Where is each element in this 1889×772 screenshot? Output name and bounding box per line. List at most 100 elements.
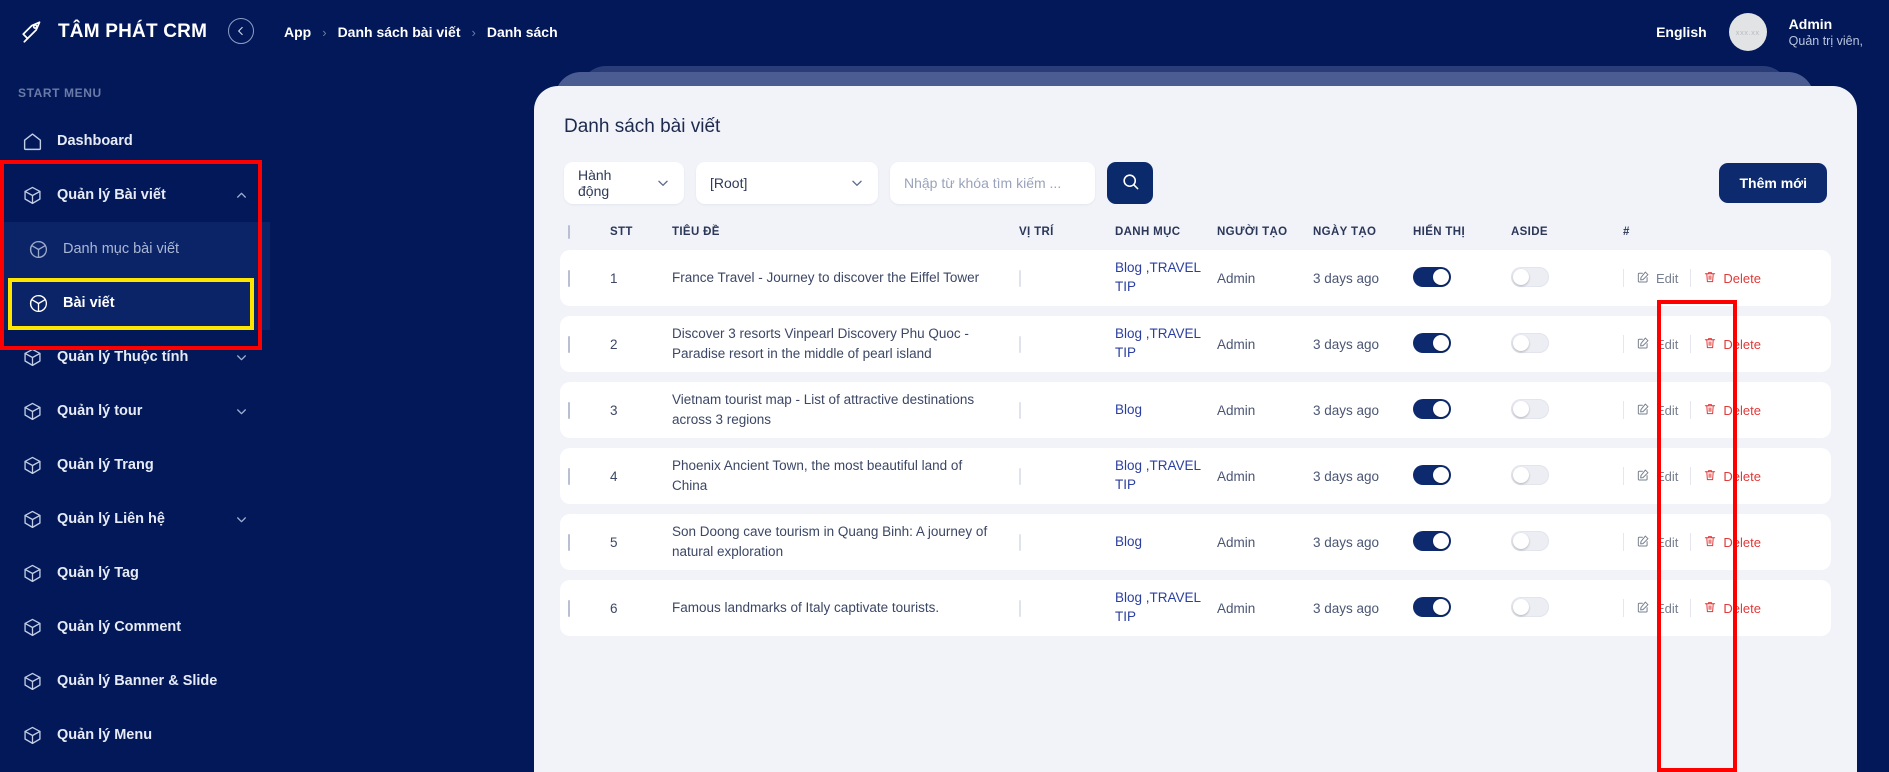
edit-button[interactable]: Edit [1636,534,1678,551]
trash-icon [1703,468,1717,485]
sidebar-item-label: Quản lý Tag [57,565,139,581]
table-row[interactable]: 1 France Travel - Journey to discover th… [560,250,1831,306]
position-input[interactable] [1019,599,1021,617]
brand-title: TÂM PHÁT CRM [58,21,208,42]
position-input[interactable] [1019,533,1021,551]
aside-toggle[interactable] [1511,530,1549,551]
position-input[interactable] [1019,401,1021,419]
edit-button[interactable]: Edit [1636,336,1678,353]
delete-button[interactable]: Delete [1703,270,1761,287]
aside-toggle[interactable] [1511,464,1549,485]
row-category[interactable]: Blog ,TRAVEL TIP [1115,325,1217,363]
row-position [1019,467,1115,485]
edit-button[interactable]: Edit [1636,270,1678,287]
sidebar-item-danh-muc-bai-viet[interactable]: Danh mục bài viết [0,222,270,276]
edit-button[interactable]: Edit [1636,600,1678,617]
position-input[interactable] [1019,335,1021,353]
table-row[interactable]: 3 Vietnam tourist map - List of attracti… [560,382,1831,438]
divider [1623,599,1624,617]
breadcrumb-item-danh-sach-bai-viet[interactable]: Danh sách bài viết [338,24,461,40]
visible-toggle[interactable] [1413,464,1451,485]
row-checkbox[interactable] [568,467,570,485]
sidebar-item-quan-ly-lien-he[interactable]: Quản lý Liên hệ [0,492,270,546]
action-select[interactable]: Hành động [564,162,684,204]
search-button[interactable] [1107,162,1153,204]
row-category[interactable]: Blog ,TRAVEL TIP [1115,259,1217,297]
sidebar-item-quan-ly-comment[interactable]: Quản lý Comment [0,600,270,654]
delete-label: Delete [1723,402,1761,418]
row-category[interactable]: Blog ,TRAVEL TIP [1115,457,1217,495]
breadcrumb-item-app[interactable]: App [284,24,311,40]
sidebar-item-quan-ly-tag[interactable]: Quản lý Tag [0,546,270,600]
row-checkbox[interactable] [568,335,570,353]
cube-icon [22,725,43,746]
aside-toggle[interactable] [1511,398,1549,419]
row-category[interactable]: Blog ,TRAVEL TIP [1115,589,1217,627]
row-visible [1413,596,1511,620]
sidebar-item-quan-ly-tour[interactable]: Quản lý tour [0,384,270,438]
visible-toggle[interactable] [1413,332,1451,353]
row-category[interactable]: Blog [1115,401,1217,420]
row-created: 3 days ago [1313,534,1380,550]
sidebar-item-quan-ly-thuoc-tinh[interactable]: Quản lý Thuộc tính [0,330,270,384]
delete-button[interactable]: Delete [1703,468,1761,485]
aside-toggle[interactable] [1511,266,1549,287]
edit-button[interactable]: Edit [1636,402,1678,419]
sidebar-item-quan-ly-trang[interactable]: Quản lý Trang [0,438,270,492]
breadcrumb-item-danh-sach[interactable]: Danh sách [487,24,558,40]
avatar[interactable]: xxx.xx [1728,13,1767,51]
delete-label: Delete [1723,600,1761,616]
user-menu[interactable]: Admin Quản trị viên, [1789,15,1863,49]
visible-toggle[interactable] [1413,596,1451,617]
add-new-button[interactable]: Thêm mới [1719,163,1827,203]
table-header-select-all [568,225,610,239]
row-actions: Edit Delete [1623,467,1823,485]
aside-toggle[interactable] [1511,596,1549,617]
search-input[interactable] [890,162,1095,204]
language-switcher[interactable]: English [1656,24,1707,40]
row-stt: 5 [610,534,618,550]
sidebar-item-quan-ly-banner-slide[interactable]: Quản lý Banner & Slide [0,654,270,708]
row-creator: Admin [1217,600,1256,616]
aside-toggle[interactable] [1511,332,1549,353]
row-category[interactable]: Blog [1115,533,1217,552]
chevron-left-circle-icon[interactable] [228,18,254,44]
delete-button[interactable]: Delete [1703,336,1761,353]
sidebar-item-quan-ly-menu[interactable]: Quản lý Menu [0,708,270,762]
row-checkbox[interactable] [568,401,570,419]
table-row[interactable]: 5 Son Doong cave tourism in Quang Binh: … [560,514,1831,570]
row-creator: Admin [1217,336,1256,352]
edit-button[interactable]: Edit [1636,468,1678,485]
chevron-down-icon [235,513,248,526]
sidebar-item-label: Quản lý tour [57,403,143,419]
row-checkbox[interactable] [568,533,570,551]
delete-button[interactable]: Delete [1703,402,1761,419]
visible-toggle[interactable] [1413,398,1451,419]
select-all-checkbox[interactable] [568,225,570,239]
delete-button[interactable]: Delete [1703,600,1761,617]
sidebar-item-quan-ly-bai-viet[interactable]: Quản lý Bài viết [0,168,270,222]
sidebar-item-bai-viet[interactable]: Bài viết [0,276,270,330]
row-title: Famous landmarks of Italy captivate tour… [672,600,940,616]
edit-label: Edit [1656,600,1679,616]
table-row[interactable]: 2 Discover 3 resorts Vinpearl Discovery … [560,316,1831,372]
sidebar-item-dashboard[interactable]: Dashboard [0,114,270,168]
main-area: App › Danh sách bài viết › Danh sách Eng… [270,0,1889,772]
row-title: Phoenix Ancient Town, the most beautiful… [672,458,963,493]
visible-toggle[interactable] [1413,530,1451,551]
row-actions: Edit Delete [1623,269,1823,287]
row-checkbox[interactable] [568,269,570,287]
rocket-icon [20,19,46,45]
sidebar-item-label: Quản lý Comment [57,619,182,635]
table-row[interactable]: 6 Famous landmarks of Italy captivate to… [560,580,1831,636]
visible-toggle[interactable] [1413,266,1451,287]
delete-button[interactable]: Delete [1703,534,1761,551]
root-select[interactable]: [Root] [696,162,878,204]
row-checkbox[interactable] [568,599,570,617]
position-input[interactable] [1019,467,1021,485]
sidebar-item-label: Quản lý Trang [57,457,154,473]
table-row[interactable]: 4 Phoenix Ancient Town, the most beautif… [560,448,1831,504]
position-input[interactable] [1019,269,1021,287]
sidebar-section-label: START MENU [18,86,102,100]
delete-label: Delete [1723,468,1761,484]
